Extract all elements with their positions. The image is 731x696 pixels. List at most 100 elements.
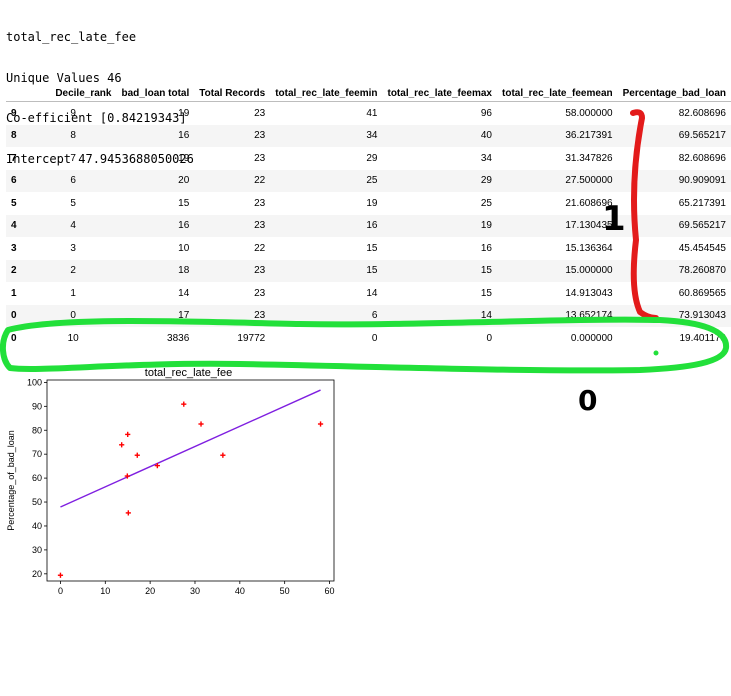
table-cell: 23 <box>194 214 271 237</box>
table-cell: 82.608696 <box>678 152 726 164</box>
table-cell: 23 <box>254 287 266 299</box>
table-cell: 65.217391 <box>678 197 726 209</box>
table-cell: 13.652174 <box>497 304 618 327</box>
table-row: 7 7 19 23 29 34 31.347826 82.608696 <box>6 147 731 170</box>
column-header: bad_loan total <box>116 85 195 102</box>
table-cell: 19 <box>366 197 378 209</box>
y-tick-label: 20 <box>32 569 42 579</box>
table-cell: 5 <box>70 197 76 209</box>
table-cell: 25 <box>270 169 383 192</box>
y-tick-label: 60 <box>32 473 42 483</box>
x-tick-label: 50 <box>280 586 290 596</box>
column-header <box>6 85 30 102</box>
table-cell: 18 <box>116 259 195 282</box>
row-index-cell: 4 <box>6 214 30 237</box>
table-cell: 14 <box>366 287 378 299</box>
table-cell: 36.217391 <box>497 124 618 147</box>
row-index-cell: 1 <box>11 287 17 299</box>
column-header: total_rec_late_feemean <box>497 85 618 102</box>
row-index-cell: 3 <box>11 242 17 254</box>
table-cell: 8 <box>29 124 117 147</box>
y-tick-label: 90 <box>32 401 42 411</box>
column-header: total_rec_late_feemin <box>270 85 383 102</box>
table-cell: 34 <box>480 152 492 164</box>
table-cell: 15.136364 <box>565 242 613 254</box>
green-dot-annotation <box>653 350 659 356</box>
table-cell: 10 <box>67 332 79 344</box>
table-cell: 0.000000 <box>570 332 613 344</box>
data-point-marker <box>220 452 226 458</box>
scatter-chart: total_rec_late_fee 2030405060708090100 0… <box>6 367 335 596</box>
label-zero-annotation: 0 <box>578 384 597 417</box>
table-body: 9 9 19 23 41 96 58.000000 82.608696 8 8 16 23 34 40 36… <box>6 102 731 350</box>
table-cell: 2 <box>29 259 117 282</box>
table-cell: 15 <box>480 287 492 299</box>
table-row: 5 5 15 23 19 25 21.608696 65.217391 <box>6 192 731 215</box>
table-cell: 17 <box>116 304 195 327</box>
row-index-cell: 0 <box>11 332 17 344</box>
table-row: 8 8 16 23 34 40 36.217391 69.565217 <box>6 124 731 147</box>
stdout-line: Unique Values 46 <box>6 70 122 85</box>
table-cell: 16 <box>270 214 383 237</box>
table-cell: 6 <box>270 304 383 327</box>
table-cell: 14.913043 <box>565 287 613 299</box>
table-cell: 14 <box>382 304 497 327</box>
column-header: Decile_rank <box>29 85 117 102</box>
table-header-row: Decile_rank bad_loan total Total Records… <box>6 85 731 102</box>
table-cell: 23 <box>254 197 266 209</box>
row-index-cell: 7 <box>11 152 17 164</box>
row-index-cell: 8 <box>6 124 30 147</box>
y-tick-label: 40 <box>32 521 42 531</box>
table-cell: 22 <box>194 169 271 192</box>
table-cell: 14 <box>178 287 190 299</box>
table-cell: 10 <box>178 242 190 254</box>
plot-area-frame <box>46 379 335 582</box>
table-cell: 16 <box>480 242 492 254</box>
table-cell: 16 <box>116 124 195 147</box>
x-tick-label: 60 <box>325 586 335 596</box>
y-tick-label: 80 <box>32 425 42 435</box>
row-index-cell: 5 <box>11 197 17 209</box>
table-cell: 23 <box>194 124 271 147</box>
data-point-marker <box>57 572 64 578</box>
table-cell: 29 <box>382 169 497 192</box>
y-tick-label: 100 <box>27 377 42 387</box>
table-row: 3 3 10 22 15 16 15.136364 45.454545 <box>6 237 731 260</box>
table-cell: 23 <box>194 259 271 282</box>
table-row: 9 9 19 23 41 96 58.000000 82.608696 <box>6 102 731 125</box>
table-cell: 19 <box>178 152 190 164</box>
data-point-marker <box>125 431 131 438</box>
table-cell: 22 <box>254 242 266 254</box>
data-point-marker <box>317 421 324 427</box>
table-cell: 20 <box>116 169 195 192</box>
table-cell: 17.130435 <box>497 214 618 237</box>
x-tick-label: 20 <box>145 586 155 596</box>
table-cell: 15 <box>382 259 497 282</box>
table-cell: 45.454545 <box>678 242 726 254</box>
row-index-cell: 6 <box>6 169 30 192</box>
row-index-cell: 2 <box>6 259 30 282</box>
table-row: 2 2 18 23 15 15 15.000000 78.260870 <box>6 259 731 282</box>
table-cell: 90.909091 <box>617 169 731 192</box>
table-cell: 0 <box>371 332 378 344</box>
y-tick-label: 50 <box>32 497 42 507</box>
table-row: 0 0 17 23 6 14 13.652174 73.913043 <box>6 304 731 327</box>
stdout-line: total_rec_late_fee <box>6 30 137 44</box>
table-row: 4 4 16 23 16 19 17.130435 69.565217 <box>6 214 731 237</box>
table-cell: 41 <box>366 107 378 119</box>
row-index-cell: 9 <box>11 107 17 119</box>
table-cell: 23 <box>194 304 271 327</box>
table-cell: 23 <box>254 107 266 119</box>
table-cell: 9 <box>70 107 76 119</box>
table-row: 6 6 20 22 25 29 27.500000 90.909091 <box>6 169 731 192</box>
table-cell: 0 <box>29 304 117 327</box>
y-tick-label: 70 <box>32 449 42 459</box>
table-cell: 25 <box>480 197 492 209</box>
table-cell: 6 <box>29 169 117 192</box>
table-cell: 3 <box>70 242 76 254</box>
data-point-marker <box>181 401 187 407</box>
table-cell: 40 <box>382 124 497 147</box>
regression-line <box>60 389 321 508</box>
row-index-cell: 0 <box>6 304 30 327</box>
x-tick-label: 30 <box>190 586 200 596</box>
